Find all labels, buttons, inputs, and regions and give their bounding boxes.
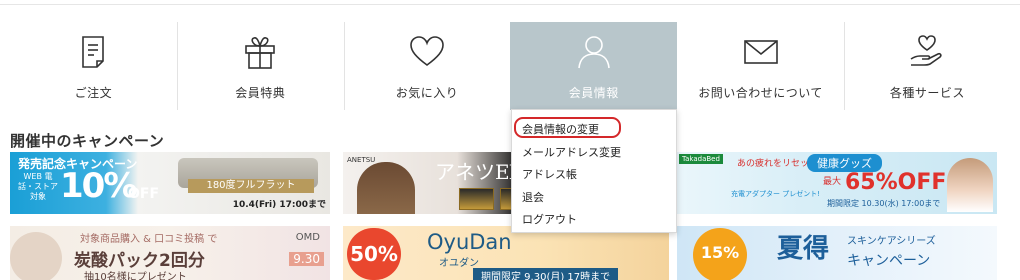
member-info-dropdown: 会員情報の変更 メールアドレス変更 アドレス帳 退会 ログアウト [511,109,677,233]
dropdown-item-logout[interactable]: ログアウト [512,209,676,232]
nav-item-label: お問い合わせについて [698,86,823,100]
banner-sub: 抽10名様にプレゼント [84,272,187,280]
account-nav: ご注文 会員特典 お気に入り 会員情報 お問い合わせについて 各種サービス [10,22,1011,110]
banner-badge: 15% [693,228,747,280]
dropdown-item-address-book[interactable]: アドレス帳 [512,164,676,187]
campaign-banner-carbonic-pack[interactable]: 対象商品購入 & 口コミ投稿 で 炭酸パック2回分 抽10名様にプレゼント OM… [10,226,330,280]
user-icon [574,32,614,72]
nav-item-label: 会員特典 [235,86,286,100]
banner-date: 9.30 [289,252,324,266]
page: ご注文 会員特典 お気に入り 会員情報 お問い合わせについて 各種サービス 開催… [0,0,1020,280]
heart-icon [407,32,447,72]
top-divider [0,4,1020,5]
campaign-banner-launch[interactable]: 発売記念キャンペーン WEB 電話・ストア 対象 10% OFF 180度フルフ… [10,152,330,214]
dropdown-item-withdraw[interactable]: 退会 [512,187,676,210]
banner-max: 最大 [823,177,842,187]
banner-kana: オユダン [439,258,479,269]
dropdown-item-change-email[interactable]: メールアドレス変更 [512,142,676,165]
banner-title: 夏得 [777,234,830,264]
order-document-icon [73,32,113,72]
banner-campaign: キャンペーン [847,253,931,269]
nav-item-label: お気に入り [395,86,459,100]
product-image [10,232,62,280]
nav-item-contact[interactable]: お問い合わせについて [677,22,844,110]
nav-item-orders[interactable]: ご注文 [10,22,177,110]
banner-sub: WEB 電話・ストア 対象 [18,172,58,201]
banner-logo: TakadaBed [679,154,723,164]
envelope-icon [741,32,781,72]
model-image [947,158,993,212]
nav-item-member-benefits[interactable]: 会員特典 [176,22,344,110]
campaign-banner-summer[interactable]: 15% 夏得 スキンケアシリーズ キャンペーン [677,226,997,280]
banner-date: 期間限定 9.30(月) 17時まで [473,268,619,280]
banner-badge: 50% [347,228,401,280]
dropdown-list: 会員情報の変更 メールアドレス変更 アドレス帳 退会 ログアウト [512,110,676,232]
nav-item-label: ご注文 [74,86,113,100]
banner-tag: 対象商品購入 & 口コミ投稿 で [80,234,218,245]
banner-discount: 10% [60,166,137,206]
banner-off: OFF [128,186,160,202]
banner-brand: ANETSU [347,156,376,164]
campaign-banner-oyudan[interactable]: 50% OyuDan オユダン 期間限定 9.30(月) 17時まで [343,226,669,280]
dropdown-item-edit-member-info[interactable]: 会員情報の変更 [512,119,676,142]
banner-discount: 65%OFF [845,170,947,195]
nav-item-favorites[interactable]: お気に入り [343,22,511,110]
banner-date: 期間限定 10.30(水) 17:00まで [827,199,941,208]
nav-item-member-info[interactable]: 会員情報 [510,22,678,110]
nav-item-label: 会員情報 [568,86,619,100]
banner-title: OyuDan [427,230,512,254]
model-image [357,162,415,214]
gift-icon [240,32,280,72]
hand-heart-icon [907,32,947,72]
banner-brand: OMD [295,232,320,243]
banner-sub: スキンケアシリーズ [847,236,936,247]
banner-date: 10.4(Fri) 17:00まで [232,200,326,210]
banner-ribbon: 180度フルフラット [188,179,314,193]
banner-adapter: 充電アダプター プレゼント! [731,190,821,198]
nav-item-label: 各種サービス [889,86,965,100]
campaigns-heading: 開催中のキャンペーン [10,132,165,150]
nav-item-services[interactable]: 各種サービス [843,22,1011,110]
campaign-banner-health-goods[interactable]: TakadaBed あの疲れをリセット! 健康グッズ 最大 65%OFF 充電ア… [677,152,997,214]
